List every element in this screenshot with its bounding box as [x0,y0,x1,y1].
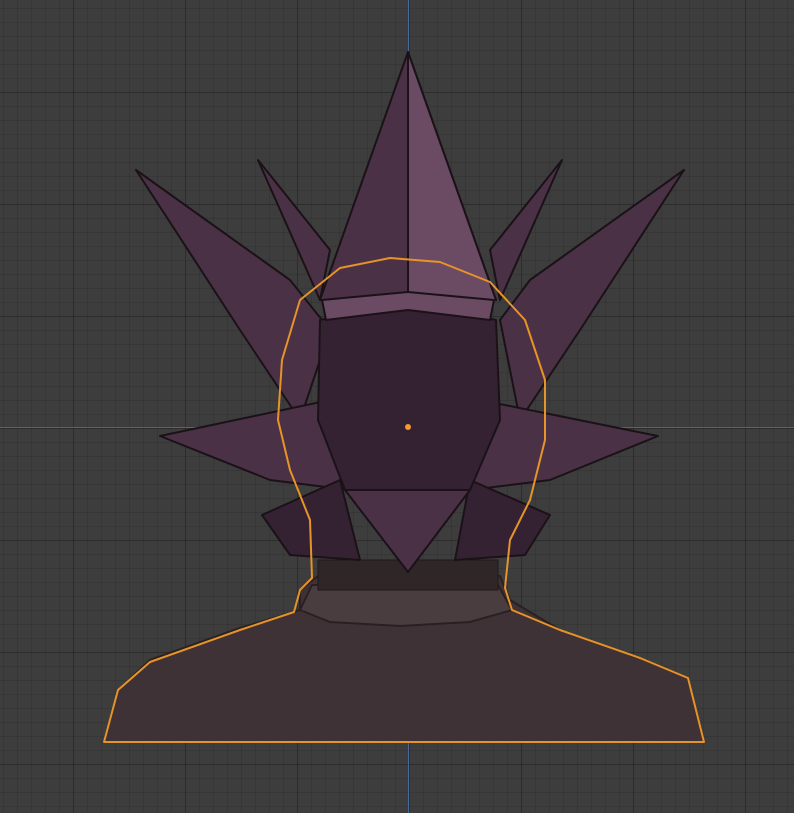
3d-viewport[interactable] [0,0,794,813]
origin-point[interactable] [405,424,411,430]
jacket-collar [299,584,513,627]
hair-spike-left-side [135,169,331,421]
hair-spike-top-highlight [407,51,497,301]
character-bust-model[interactable] [0,0,794,813]
